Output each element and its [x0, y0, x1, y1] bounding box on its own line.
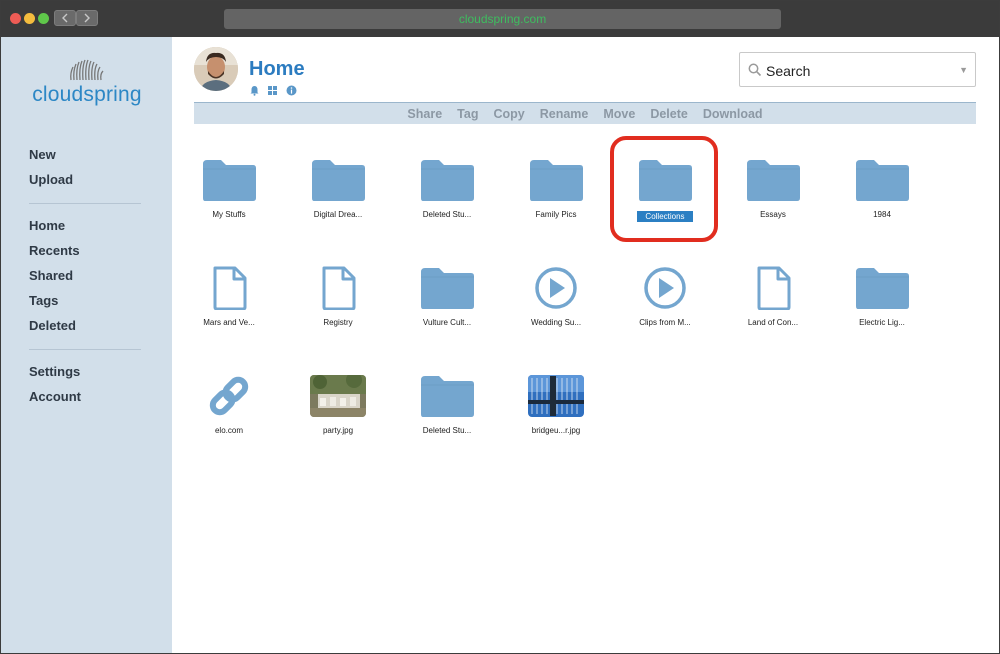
file-item-video[interactable]: Clips from M... [615, 266, 715, 346]
sidebar-item-upload[interactable]: Upload [29, 172, 73, 187]
document-icon [213, 266, 247, 310]
move-button[interactable]: Move [603, 107, 635, 121]
browser-back-button[interactable] [54, 10, 76, 26]
page-title: Home [249, 58, 305, 80]
file-item-document[interactable]: Land of Con... [723, 266, 823, 346]
file-item-image[interactable]: party.jpg [288, 374, 388, 454]
file-item-video[interactable]: Wedding Su... [506, 266, 606, 346]
chevron-right-icon [84, 13, 90, 23]
folder-icon [530, 160, 583, 201]
search-input[interactable]: Search ▼ [739, 52, 976, 87]
sidebar-divider [29, 203, 141, 204]
browser-titlebar: cloudspring.com [1, 1, 999, 37]
file-item-link[interactable]: elo.com [179, 374, 279, 454]
sidebar-divider [29, 349, 141, 350]
file-name-label: Deleted Stu... [422, 210, 472, 219]
file-name-label: Deleted Stu... [422, 426, 472, 435]
sidebar-item-recents[interactable]: Recents [29, 243, 80, 258]
file-item-document[interactable]: Registry [288, 266, 388, 346]
file-item-document[interactable]: Mars and Ve... [179, 266, 279, 346]
play-video-icon [644, 267, 686, 309]
avatar[interactable] [194, 47, 238, 91]
sidebar-item-tags[interactable]: Tags [29, 293, 58, 308]
document-icon [757, 266, 791, 310]
folder-icon [856, 268, 909, 309]
sidebar: cloudspring New Upload Home Recents Shar… [1, 37, 172, 653]
file-item-folder[interactable]: My Stuffs [179, 158, 279, 238]
file-name-label: Digital Drea... [313, 210, 363, 219]
chevron-left-icon [62, 13, 68, 23]
info-icon[interactable] [286, 85, 297, 96]
file-name-label: Wedding Su... [530, 318, 582, 327]
minimize-window-button[interactable] [24, 13, 35, 24]
share-button[interactable]: Share [407, 107, 442, 121]
play-video-icon [535, 267, 577, 309]
folder-icon [421, 268, 474, 309]
file-item-folder[interactable]: Deleted Stu... [397, 374, 497, 454]
bell-icon[interactable] [249, 85, 260, 96]
folder-icon [312, 160, 365, 201]
browser-forward-button[interactable] [76, 10, 98, 26]
file-item-folder[interactable]: Family Pics [506, 158, 606, 238]
file-name-label: party.jpg [322, 426, 354, 435]
file-name-label: Family Pics [535, 210, 577, 219]
user-photo [194, 47, 238, 91]
sidebar-item-settings[interactable]: Settings [29, 364, 80, 379]
delete-button[interactable]: Delete [650, 107, 688, 121]
folder-icon [421, 160, 474, 201]
sidebar-item-deleted[interactable]: Deleted [29, 318, 76, 333]
copy-button[interactable]: Copy [493, 107, 524, 121]
file-name-label: Mars and Ve... [203, 318, 255, 327]
search-icon [748, 63, 762, 77]
document-icon [322, 266, 356, 310]
sidebar-item-shared[interactable]: Shared [29, 268, 73, 283]
search-text: Search [766, 63, 811, 79]
image-thumbnail [528, 375, 584, 417]
file-name-label: Essays [760, 210, 786, 219]
file-item-image[interactable]: bridgeu...r.jpg [506, 374, 606, 454]
folder-icon [856, 160, 909, 201]
file-item-folder[interactable]: Deleted Stu... [397, 158, 497, 238]
file-name-label: Land of Con... [747, 318, 799, 327]
file-name-label: Registry [323, 318, 353, 327]
maximize-window-button[interactable] [38, 13, 49, 24]
file-name-label: Clips from M... [639, 318, 691, 327]
grid-icon[interactable] [267, 85, 278, 96]
file-name-label: bridgeu...r.jpg [531, 426, 581, 435]
file-name-label: Electric Lig... [859, 318, 905, 327]
file-name-label: 1984 [873, 210, 891, 219]
file-name-label: elo.com [214, 426, 243, 435]
file-item-folder[interactable]: Electric Lig... [832, 266, 932, 346]
folder-icon [203, 160, 256, 201]
address-bar[interactable]: cloudspring.com [224, 9, 781, 29]
file-actions-toolbar: Share Tag Copy Rename Move Delete Downlo… [194, 102, 976, 124]
folder-icon [747, 160, 800, 201]
brand-name: cloudspring [32, 83, 142, 106]
sidebar-item-home[interactable]: Home [29, 218, 65, 233]
download-button[interactable]: Download [703, 107, 763, 121]
app-window: cloudspring.com cloudspring New Upload H… [0, 0, 1000, 654]
link-icon [209, 376, 249, 416]
rename-button[interactable]: Rename [540, 107, 589, 121]
file-item-folder[interactable]: 1984 [832, 158, 932, 238]
brand-logo: cloudspring [27, 59, 147, 107]
file-item-folder[interactable]: Vulture Cult... [397, 266, 497, 346]
image-thumbnail [310, 375, 366, 417]
selection-highlight [610, 136, 718, 242]
folder-icon [421, 376, 474, 417]
sidebar-item-account[interactable]: Account [29, 389, 81, 404]
file-name-label: My Stuffs [212, 210, 246, 219]
chevron-down-icon[interactable]: ▼ [959, 65, 968, 75]
close-window-button[interactable] [10, 13, 21, 24]
file-name-label: Vulture Cult... [422, 318, 472, 327]
cloudspring-logo-icon [70, 59, 104, 81]
file-item-folder[interactable]: Essays [723, 158, 823, 238]
sidebar-item-new[interactable]: New [29, 147, 56, 162]
tag-button[interactable]: Tag [457, 107, 478, 121]
file-item-folder[interactable]: Digital Drea... [288, 158, 388, 238]
